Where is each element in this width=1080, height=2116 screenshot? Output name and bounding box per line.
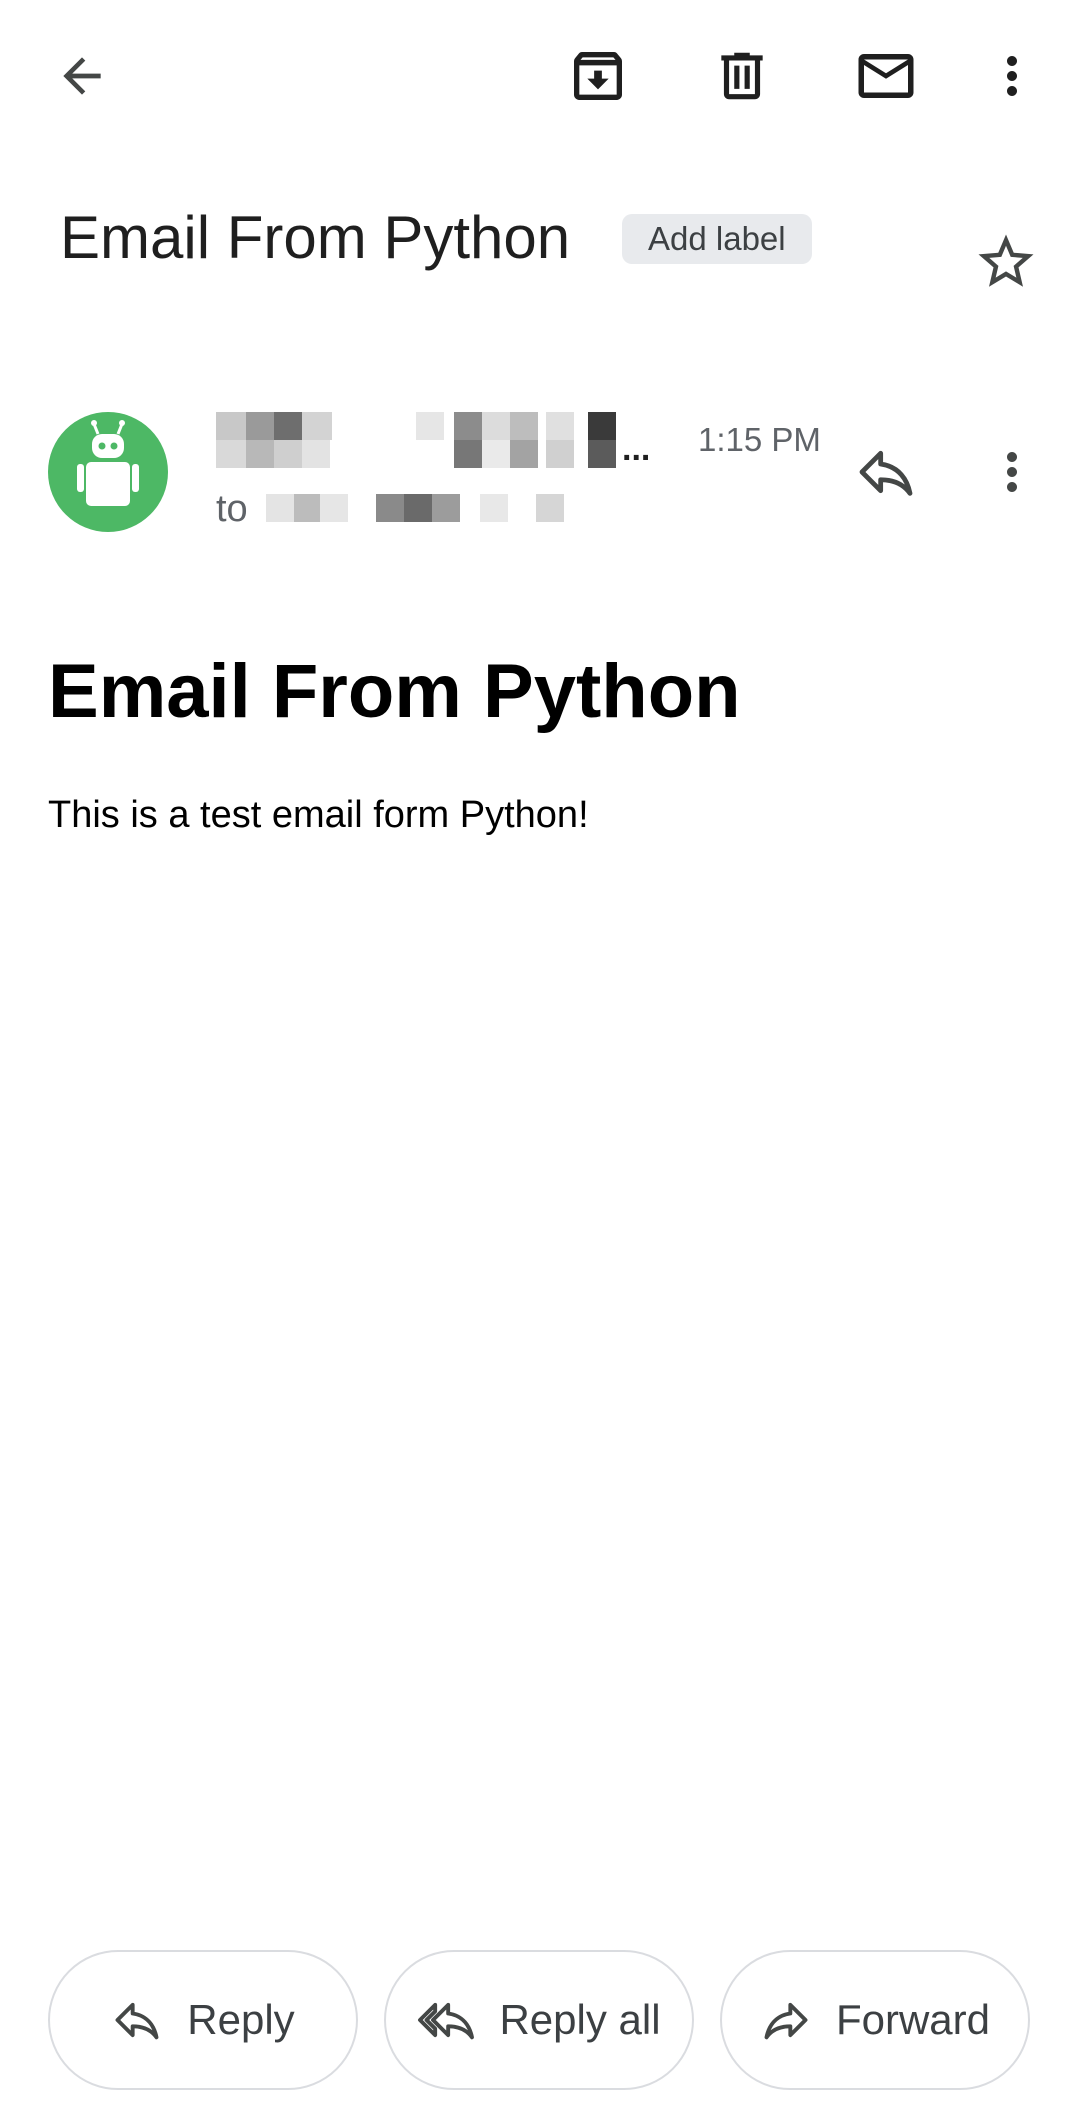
sender-ellipsis: ... [622,430,651,468]
forward-button-label: Forward [835,1996,991,2043]
reply-button-label: Reply [187,1996,295,2043]
recipient-redacted[interactable] [266,494,566,524]
star-outline-icon [973,229,1039,295]
more-vert-icon [982,442,1042,502]
mark-unread-button[interactable] [842,32,930,120]
reply-all-icon [417,1994,475,2046]
mail-icon [853,43,919,109]
arrow-back-icon [54,48,110,104]
reply-icon [111,1994,163,2046]
forward-icon [760,1994,812,2046]
email-time: 1:15 PM [698,421,821,458]
archive-button[interactable] [554,32,642,120]
delete-button[interactable] [698,32,786,120]
forward-button[interactable]: Forward [720,1950,1030,2090]
robot-avatar-icon [48,420,168,532]
reply-all-button[interactable]: Reply all [384,1950,694,2090]
reply-icon [854,440,918,504]
reply-icon-button[interactable] [842,428,930,516]
sender-avatar[interactable] [48,412,168,532]
more-vert-icon [982,46,1042,106]
star-button[interactable] [962,218,1050,306]
archive-icon [566,44,630,108]
trash-icon [711,45,773,107]
message-text: This is a test email form Python! [48,794,589,836]
email-subject: Email From Python [60,204,571,271]
message-heading: Email From Python [48,649,741,734]
reply-button[interactable]: Reply [48,1950,358,2090]
add-label-chip[interactable]: Add label [622,214,812,264]
more-options-button[interactable] [968,32,1056,120]
sender-name-redacted[interactable]: ... [216,412,661,468]
message-more-button[interactable] [968,428,1056,516]
to-label[interactable]: to [216,484,248,534]
back-button[interactable] [38,32,126,120]
reply-all-button-label: Reply all [499,1996,661,2043]
